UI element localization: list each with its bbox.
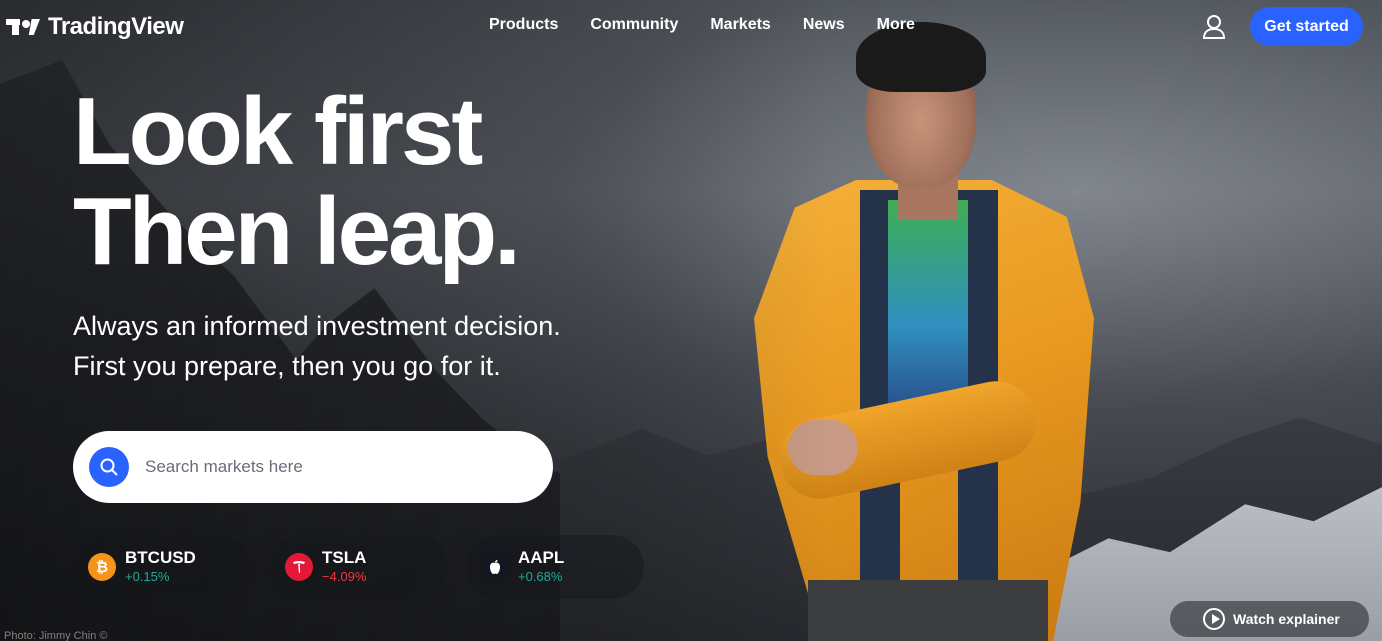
- ticker-symbol: TSLA: [322, 548, 367, 567]
- nav-link-community[interactable]: Community: [590, 16, 678, 34]
- user-icon[interactable]: [1200, 13, 1228, 41]
- ticker-symbol: AAPL: [518, 548, 565, 567]
- nav-link-more[interactable]: More: [877, 16, 915, 34]
- ticker-btcusd[interactable]: ₿ BTCUSD +0.15%: [73, 535, 251, 599]
- search-icon: [100, 458, 118, 476]
- headline-line-2: Then leap.: [73, 178, 521, 285]
- nav-link-markets[interactable]: Markets: [710, 16, 770, 34]
- nav-links: Products Community Markets News More: [489, 16, 915, 34]
- hero-subheadline: Always an informed investment decision. …: [73, 306, 561, 386]
- ticker-tsla[interactable]: TSLA −4.09%: [270, 535, 448, 599]
- brand-name: TradingView: [48, 13, 184, 40]
- tradingview-logo-icon: [6, 16, 42, 38]
- ticker-aapl[interactable]: AAPL +0.68%: [466, 535, 644, 599]
- ticker-change: −4.09%: [322, 569, 367, 584]
- nav-link-products[interactable]: Products: [489, 16, 558, 34]
- photo-credit: Photo: Jimmy Chin ©: [4, 630, 108, 641]
- ticker-change: +0.68%: [518, 569, 563, 584]
- search-button[interactable]: [89, 447, 129, 487]
- ticker-symbol: BTCUSD: [125, 548, 196, 567]
- subheadline-line-1: Always an informed investment decision.: [73, 311, 561, 341]
- play-icon: [1203, 608, 1225, 630]
- hero-headline: Look first Then leap.: [73, 78, 521, 285]
- watch-explainer-label: Watch explainer: [1233, 611, 1340, 627]
- top-navigation: TradingView Products Community Markets N…: [0, 0, 1382, 54]
- search-bar[interactable]: [73, 431, 553, 503]
- ticker-change: +0.15%: [125, 569, 170, 584]
- headline-line-1: Look first: [73, 78, 483, 185]
- tesla-icon: [285, 553, 313, 581]
- get-started-button[interactable]: Get started: [1250, 7, 1363, 46]
- bitcoin-icon: ₿: [88, 553, 116, 581]
- apple-icon: [481, 553, 509, 581]
- search-input[interactable]: [145, 457, 525, 477]
- subheadline-line-2: First you prepare, then you go for it.: [73, 351, 501, 381]
- nav-link-news[interactable]: News: [803, 16, 845, 34]
- watch-explainer-button[interactable]: Watch explainer: [1170, 601, 1369, 637]
- brand-logo[interactable]: TradingView: [6, 12, 184, 42]
